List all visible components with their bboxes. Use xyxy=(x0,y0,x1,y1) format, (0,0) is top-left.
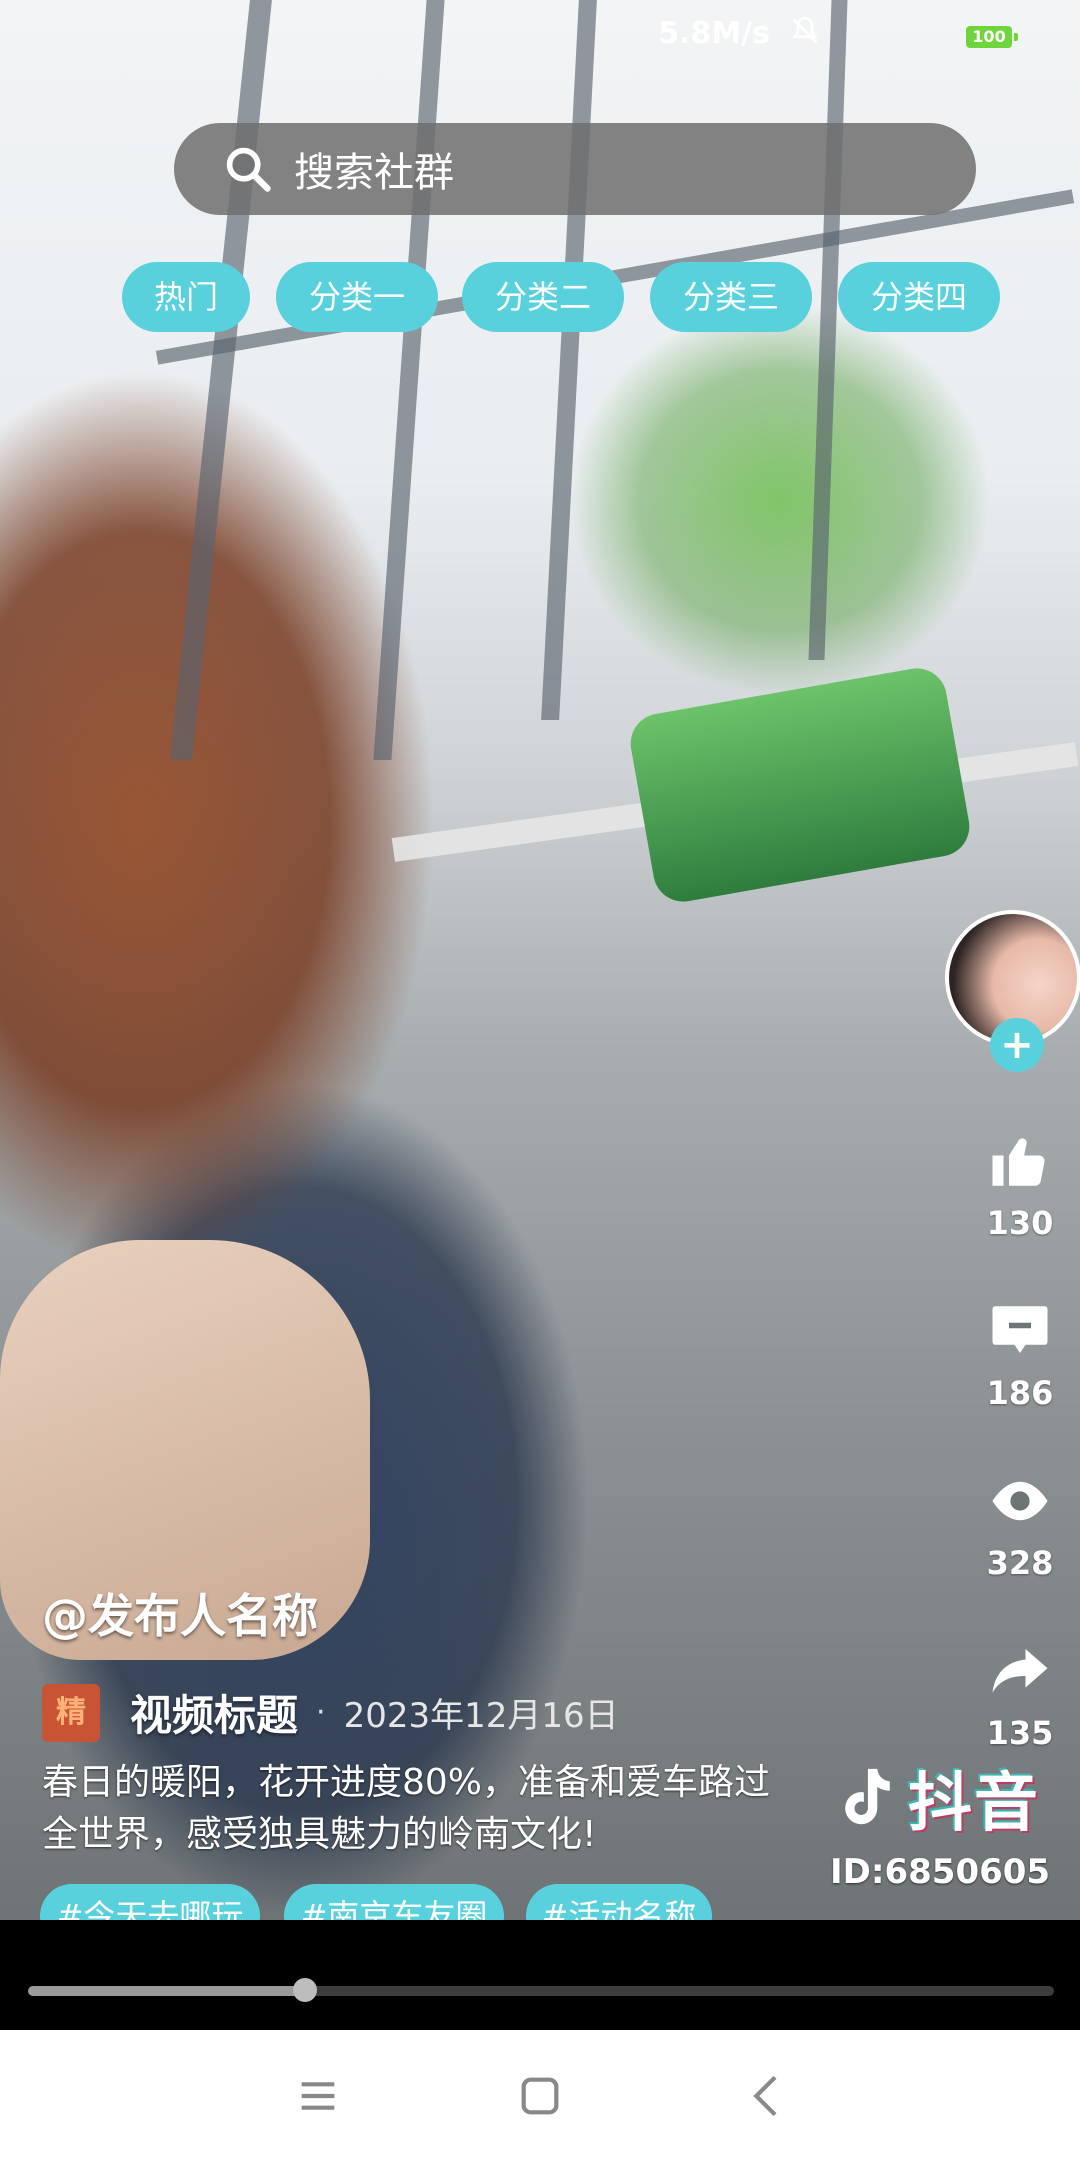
back-chevron-icon[interactable] xyxy=(740,2068,796,2124)
comment-count: 186 xyxy=(986,1374,1054,1412)
window-frame-decoration xyxy=(541,0,597,720)
menu-icon[interactable] xyxy=(290,2068,346,2124)
post-info: @发布人名称 精 视频标题 · 2023年12月16日 春日的暖阳，花开进度80… xyxy=(42,1580,802,1861)
status-bar: 5.8M/s 100 xyxy=(0,0,1080,72)
playback-controls xyxy=(0,1920,1080,2030)
video-title: 视频标题 xyxy=(130,1691,299,1740)
tab-category-3[interactable]: 分类三 xyxy=(650,262,812,332)
watermark-id: ID:6850605 xyxy=(830,1852,1051,1892)
eye-icon xyxy=(992,1481,1048,1521)
title-row: 精 视频标题 · 2023年12月16日 xyxy=(42,1682,802,1743)
video-description: 春日的暖阳，花开进度80%，准备和爱车路过全世界，感受独具魅力的岭南文化! xyxy=(42,1762,771,1855)
comment-button[interactable]: 186 xyxy=(965,1298,1075,1412)
tab-category-2[interactable]: 分类二 xyxy=(462,262,624,332)
tab-category-4[interactable]: 分类四 xyxy=(838,262,1000,332)
search-placeholder: 搜索社群 xyxy=(294,150,454,196)
plus-icon: + xyxy=(1000,1022,1034,1068)
like-count: 130 xyxy=(986,1204,1054,1242)
window-frame-decoration xyxy=(373,0,445,760)
plant-pot xyxy=(625,663,975,907)
share-button[interactable]: 135 xyxy=(965,1638,1075,1752)
separator-dot: · xyxy=(316,1695,326,1730)
views-indicator: 328 xyxy=(965,1468,1075,1582)
category-tabs: 热门 分类一 分类二 分类三 分类四 xyxy=(0,262,1080,332)
share-icon xyxy=(992,1649,1048,1693)
bell-mute-icon xyxy=(792,16,818,44)
comment-icon xyxy=(992,1306,1048,1353)
tab-category-1[interactable]: 分类一 xyxy=(276,262,438,332)
search-bar[interactable]: 搜索社群 xyxy=(174,123,976,215)
follow-button[interactable]: + xyxy=(990,1018,1044,1072)
post-date: 2023年12月16日 xyxy=(343,1696,619,1736)
douyin-watermark: 抖音 ID:6850605 xyxy=(830,1752,1070,1892)
like-icon xyxy=(992,1138,1045,1186)
progress-fill xyxy=(28,1986,306,1996)
home-square-icon[interactable] xyxy=(512,2068,568,2124)
views-count: 328 xyxy=(986,1544,1054,1582)
featured-badge: 精 xyxy=(42,1683,100,1742)
author-name[interactable]: @发布人名称 xyxy=(42,1580,802,1646)
douyin-logo: 抖音 xyxy=(830,1752,1070,1844)
search-icon xyxy=(226,147,271,192)
window-frame-decoration xyxy=(170,0,272,760)
progress-thumb[interactable] xyxy=(293,1978,318,2002)
douyin-note-icon xyxy=(845,1768,890,1825)
progress-track[interactable] xyxy=(28,1978,1054,2002)
system-nav-bar xyxy=(0,2030,1080,2160)
tab-hot[interactable]: 热门 xyxy=(122,262,250,332)
share-count: 135 xyxy=(986,1714,1054,1752)
battery-indicator: 100 xyxy=(966,26,1018,48)
like-button[interactable]: 130 xyxy=(965,1128,1075,1242)
network-speed: 5.8M/s xyxy=(658,16,770,51)
douyin-brand-text: 抖音 xyxy=(908,1767,1040,1841)
